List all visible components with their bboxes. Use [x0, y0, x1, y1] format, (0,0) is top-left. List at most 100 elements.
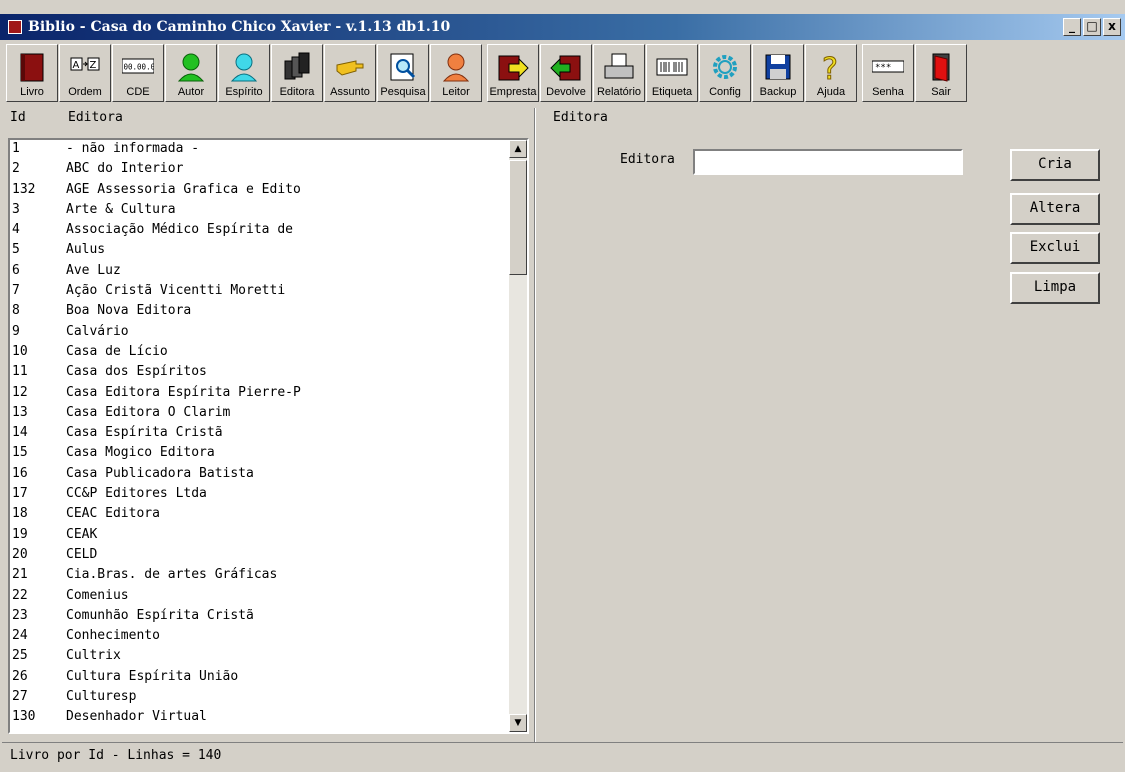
list-row[interactable]: 11 Casa dos Espíritos [10, 363, 527, 383]
list-row[interactable]: 6 Ave Luz [10, 262, 527, 282]
row-id: 1 [12, 141, 20, 156]
toolbar-button-ajuda[interactable]: ? Ajuda [805, 44, 857, 102]
row-id: 12 [12, 384, 28, 400]
svg-text:Z: Z [90, 60, 97, 71]
row-editora-name: Casa de Lício [66, 343, 168, 359]
list-row[interactable]: 24 Conhecimento [10, 627, 527, 647]
row-editora-name: Casa dos Espíritos [66, 364, 207, 380]
row-id: 11 [12, 364, 28, 380]
toolbar-button-etiqueta[interactable]: Etiqueta [646, 44, 698, 102]
list-row[interactable]: 7 Ação Cristã Vicentti Moretti [10, 282, 527, 302]
row-editora-name: CEAC Editora [66, 506, 160, 522]
scroll-thumb[interactable] [509, 160, 527, 275]
toolbar-button-editora[interactable]: Editora [271, 44, 323, 102]
row-editora-name: Cultura Espírita União [66, 668, 239, 684]
list-row[interactable]: 26 Cultura Espírita União [10, 668, 527, 688]
delete-button[interactable]: Exclui [1010, 232, 1100, 264]
list-row[interactable]: 15 Casa Mogico Editora [10, 444, 527, 464]
list-row[interactable]: 19 CEAK [10, 526, 527, 546]
maximize-button[interactable]: □ [1083, 18, 1101, 36]
row-id: 23 [12, 607, 28, 623]
row-id: 5 [12, 242, 20, 258]
list-row[interactable]: 12 Casa Editora Espírita Pierre-P [10, 384, 527, 404]
return-arrow-icon [550, 55, 581, 81]
toolbar-button-relatorio[interactable]: Relatório [593, 44, 645, 102]
toolbar-button-livro[interactable]: Livro [6, 44, 58, 102]
scroll-down-button[interactable]: ▼ [509, 714, 527, 732]
list-row[interactable]: 130 Desenhador Virtual [10, 708, 527, 728]
row-editora-name: AGE Assessoria Grafica e Edito [66, 181, 301, 197]
alter-button[interactable]: Altera [1010, 193, 1100, 225]
clear-button[interactable]: Limpa [1010, 272, 1100, 304]
list-row[interactable]: 22 Comenius [10, 587, 527, 607]
row-editora-name: Ação Cristã Vicentti Moretti [66, 283, 286, 299]
sort-az-icon: AZ [70, 57, 100, 71]
row-id: 14 [12, 425, 28, 441]
list-row[interactable]: 8 Boa Nova Editora [10, 302, 527, 322]
toolbar-button-sair[interactable]: Sair [915, 44, 967, 102]
window-title: Biblio - Casa do Caminho Chico Xavier - … [28, 19, 451, 35]
list-row[interactable]: 23 Comunhão Espírita Cristã [10, 607, 527, 627]
row-id: 7 [12, 283, 20, 299]
list-row[interactable]: 27 Culturesp [10, 688, 527, 708]
list-row[interactable]: 25 Cultrix [10, 647, 527, 667]
list-row[interactable]: 18 CEAC Editora [10, 505, 527, 525]
exit-door-icon [932, 53, 950, 82]
create-button[interactable]: Cria [1010, 149, 1100, 181]
list-row[interactable]: 1 - não informada - [10, 140, 527, 160]
svg-text:?: ? [822, 52, 838, 83]
title-bar: Biblio - Casa do Caminho Chico Xavier - … [0, 14, 1125, 40]
list-row[interactable]: 20 CELD [10, 546, 527, 566]
list-row[interactable]: 9 Calvário [10, 323, 527, 343]
toolbar-button-backup[interactable]: Backup [752, 44, 804, 102]
row-editora-name: Casa Editora O Clarim [66, 404, 231, 420]
publisher-list[interactable]: 1 - não informada - 2 ABC do Interior 132 AGE… [8, 138, 529, 734]
list-row[interactable]: 4 Associação Médico Espírita de [10, 221, 527, 241]
toolbar-button-cde[interactable]: 00.00.00 CDE [112, 44, 164, 102]
toolbar-button-senha[interactable]: *** Senha [862, 44, 914, 102]
list-row[interactable]: 132 AGE Assessoria Grafica e Edito [10, 181, 527, 201]
form-header: Editora [553, 108, 1113, 130]
scroll-up-button[interactable]: ▲ [509, 140, 527, 158]
list-row[interactable]: 21 Cia.Bras. de artes Gráficas [10, 566, 527, 586]
toolbar-button-empresta[interactable]: Empresta [487, 44, 539, 102]
toolbar-button-ordem[interactable]: AZ Ordem [59, 44, 111, 102]
row-id: 27 [12, 689, 28, 705]
editora-input[interactable] [693, 149, 963, 175]
toolbar-button-pesquisa[interactable]: Pesquisa [377, 44, 429, 102]
row-editora-name: Comunhão Espírita Cristã [66, 607, 254, 623]
list-row[interactable]: 3 Arte & Cultura [10, 201, 527, 221]
row-editora-name: CEAK [66, 526, 98, 542]
vertical-scrollbar[interactable]: ▲ ▼ [509, 140, 527, 732]
toolbar-button-assunto[interactable]: Assunto [324, 44, 376, 102]
row-editora-name: Conhecimento [66, 628, 160, 644]
close-button[interactable]: x [1103, 18, 1121, 36]
list-row[interactable]: 2 ABC do Interior [10, 160, 527, 180]
toolbar-button-autor[interactable]: Autor [165, 44, 217, 102]
toolbar-button-config[interactable]: Config [699, 44, 751, 102]
list-row[interactable]: 14 Casa Espírita Cristã [10, 424, 527, 444]
cde-code-icon: 00.00.00 [122, 58, 155, 74]
toolbar-button-devolve[interactable]: Devolve [540, 44, 592, 102]
list-row[interactable]: 17 CC&P Editores Ltda [10, 485, 527, 505]
list-row[interactable]: 13 Casa Editora O Clarim [10, 404, 527, 424]
publisher-books-icon [284, 52, 310, 80]
list-row[interactable]: 10 Casa de Lício [10, 343, 527, 363]
toolbar-button-espirito[interactable]: Espírito [218, 44, 270, 102]
column-header-editora[interactable]: Editora [68, 110, 123, 125]
minimize-button[interactable]: _ [1063, 18, 1081, 36]
list-row[interactable]: 5 Aulus [10, 241, 527, 261]
list-rows: 1 - não informada - 2 ABC do Interior 132 AGE… [10, 140, 527, 729]
row-editora-name: Arte & Cultura [66, 201, 176, 217]
row-id: 24 [12, 628, 28, 644]
row-id: 16 [12, 465, 28, 481]
toolbar-button-leitor[interactable]: Leitor [430, 44, 482, 102]
row-editora-name: Associação Médico Espírita de [66, 222, 293, 238]
row-id: 6 [12, 262, 20, 278]
svg-text:00.00.00: 00.00.00 [124, 63, 155, 72]
column-header-id[interactable]: Id [10, 110, 26, 125]
list-row[interactable]: 16 Casa Publicadora Batista [10, 465, 527, 485]
row-editora-name: Casa Espírita Cristã [66, 425, 223, 441]
row-id: 26 [12, 668, 28, 684]
help-question-icon: ? [822, 52, 839, 84]
